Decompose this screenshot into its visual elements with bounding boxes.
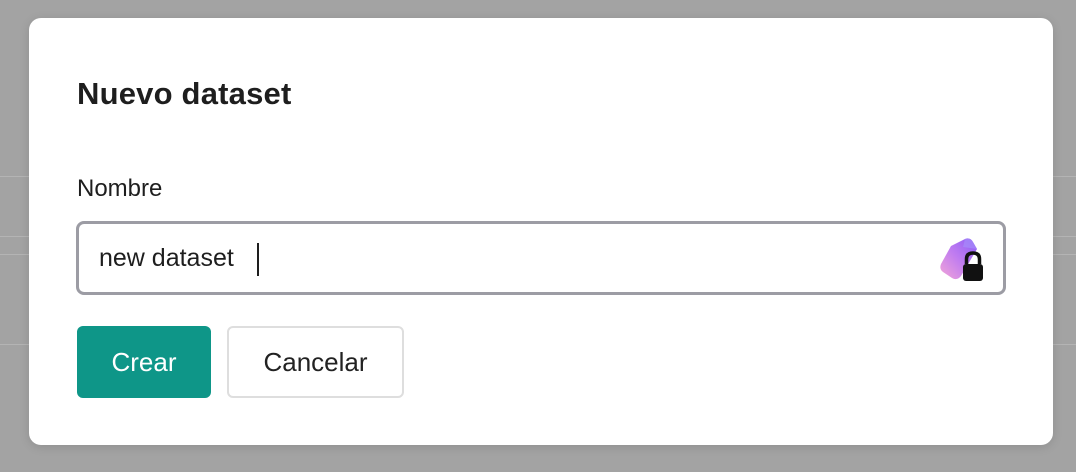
cancel-button[interactable]: Cancelar [227,326,404,398]
create-button[interactable]: Crear [77,326,211,398]
text-cursor [257,243,259,276]
background-divider [0,344,29,345]
name-field-label: Nombre [77,175,163,202]
name-input[interactable] [99,224,919,292]
background-divider [0,176,29,177]
dialog-title: Nuevo dataset [77,76,292,111]
background-divider [1053,254,1076,255]
new-dataset-dialog: Nuevo dataset Nombre Crear Cancelar [29,18,1053,445]
background-divider [1053,344,1076,345]
password-manager-lock-icon[interactable] [937,236,989,284]
background-divider [0,254,29,255]
background-divider [1053,176,1076,177]
name-field[interactable] [76,221,1006,295]
background-divider [0,236,29,237]
background-divider [1053,236,1076,237]
